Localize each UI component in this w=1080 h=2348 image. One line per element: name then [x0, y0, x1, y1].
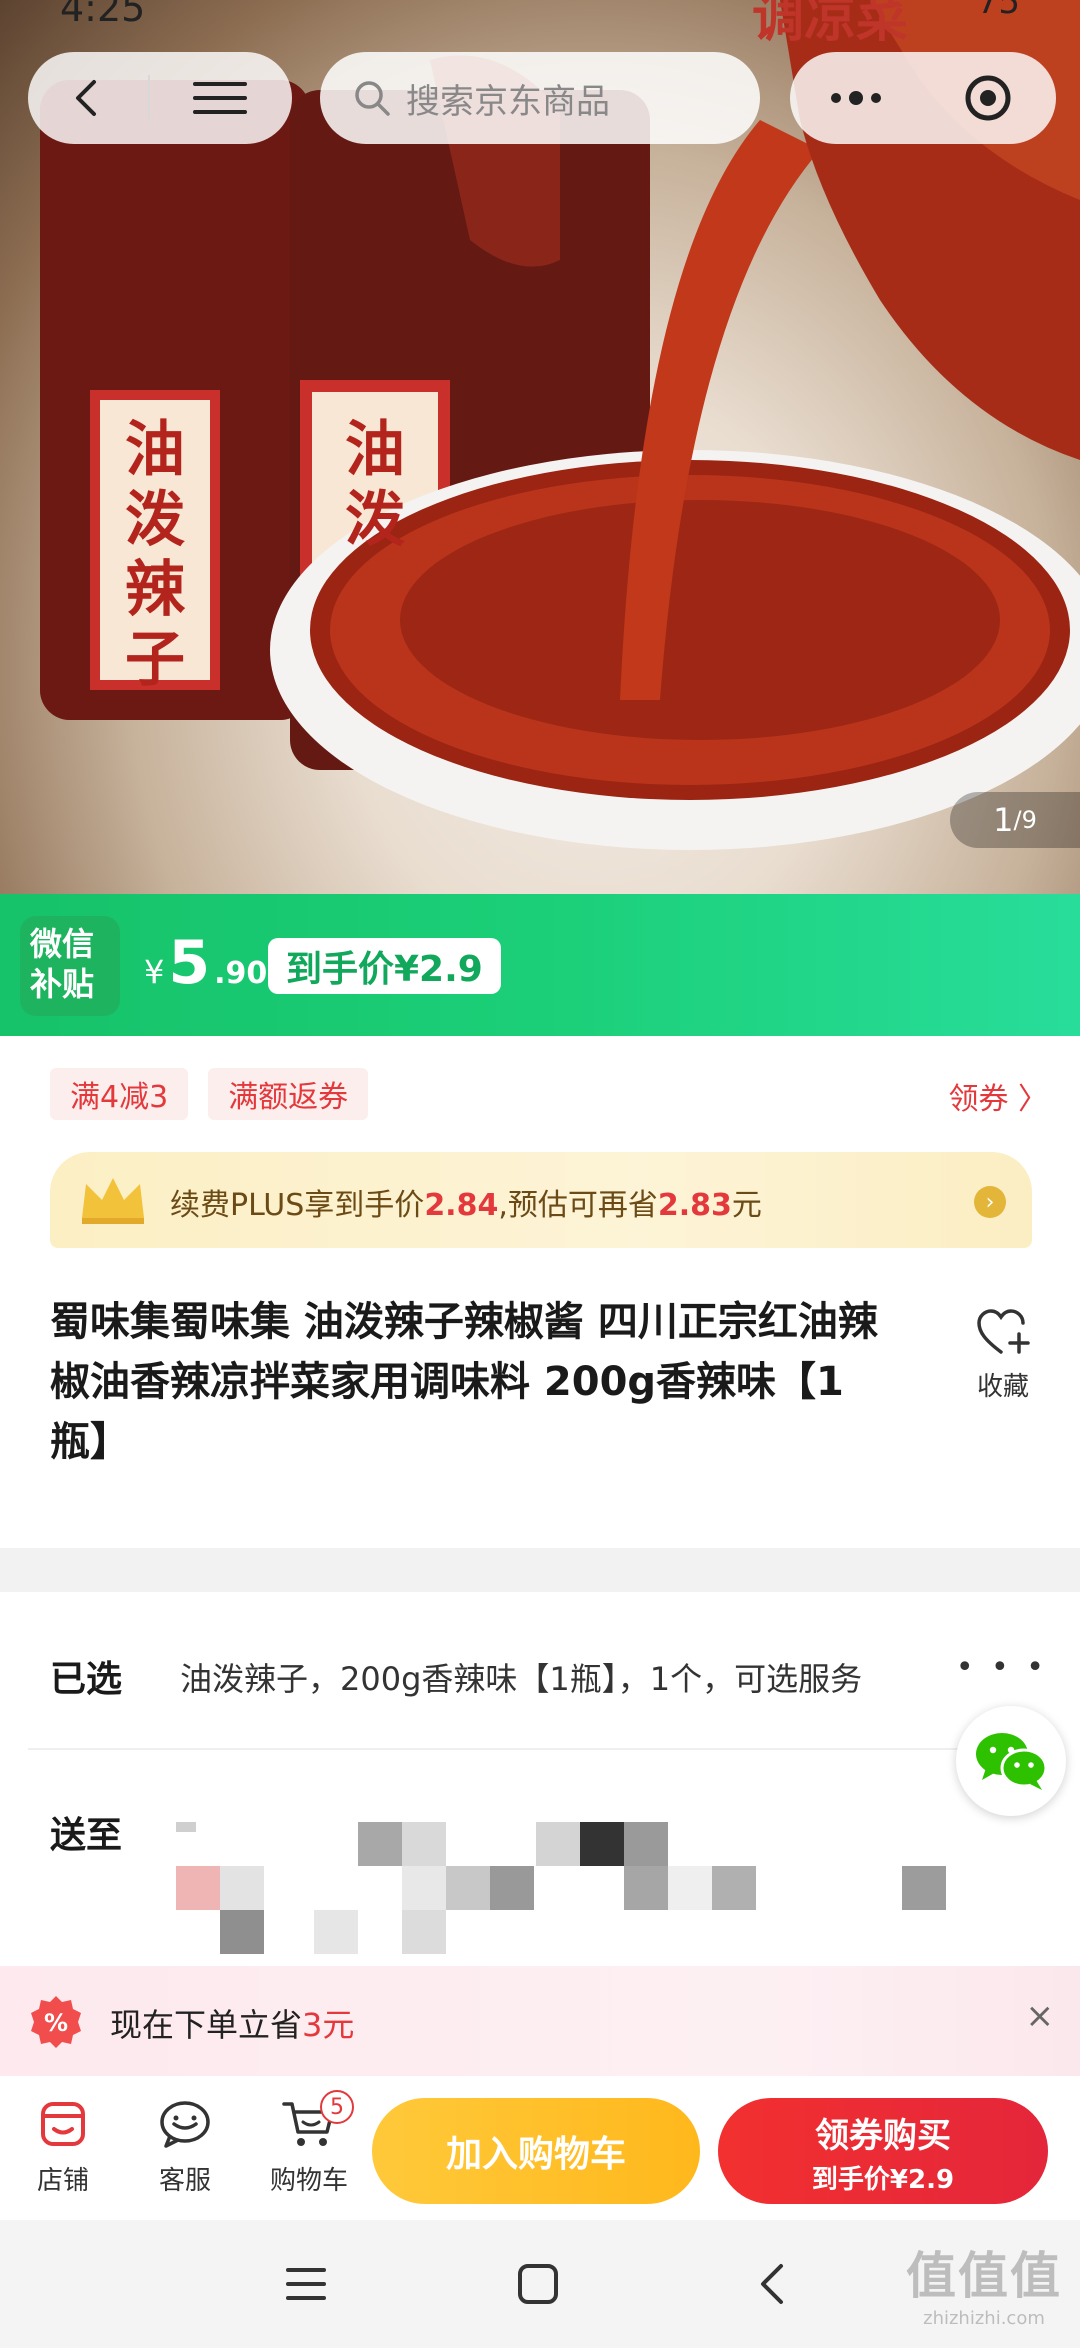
svg-text:泼: 泼	[125, 485, 185, 555]
price-bar: 微信 补贴 ¥ 5 .90 到手价¥2.9	[0, 894, 1080, 1036]
close-icon[interactable]: ×	[1026, 1996, 1055, 2036]
row-divider	[28, 1748, 1052, 1750]
selected-value[interactable]: 油泼辣子，200g香辣味【1瓶】，1个，可选服务	[180, 1654, 862, 1700]
heart-plus-icon	[977, 1309, 1030, 1354]
image-counter-current: 1	[993, 801, 1014, 839]
battery-level: 75	[976, 0, 1020, 22]
price-currency: ¥	[144, 953, 165, 991]
search-placeholder: 搜索京东商品	[406, 81, 610, 122]
plus-prefix: 续费PLUS享到手价	[170, 1188, 425, 1223]
buy-main-label: 领券购买	[815, 2116, 951, 2156]
get-coupon-link[interactable]: 领券 〉	[948, 1074, 1048, 1118]
crown-icon	[82, 1178, 144, 1224]
nav-left-group	[28, 52, 292, 144]
coupon-tags: 满4减3 满额返券	[50, 1068, 388, 1120]
plus-middle: ,预估可再省	[498, 1188, 658, 1223]
percent-icon: %	[31, 1996, 81, 2048]
price-integer: 5	[168, 928, 211, 998]
sys-menu-icon	[286, 2268, 326, 2300]
cart-label: 购物车	[269, 2166, 348, 2196]
image-counter: 1/9	[950, 792, 1080, 848]
cart-tab[interactable]: 5 购物车	[254, 2090, 364, 2197]
site-watermark: 值值值 zhizhizhi.com	[906, 2236, 1062, 2329]
plus-price: 2.84	[424, 1188, 499, 1223]
close-miniprogram-button[interactable]	[922, 52, 1054, 144]
shop-icon	[41, 2102, 85, 2146]
wechat-share-button[interactable]	[956, 1706, 1066, 1816]
service-label: 客服	[158, 2166, 211, 2196]
search-input[interactable]: 搜索京东商品	[320, 52, 760, 144]
customer-service-tab[interactable]: 客服	[130, 2098, 240, 2197]
more-icon	[831, 91, 881, 105]
wechat-subsidy-badge: 微信 补贴	[20, 916, 120, 1016]
badge-line2: 补贴	[30, 965, 95, 1003]
plus-banner[interactable]: 续费PLUS享到手价2.84,预估可再省2.83元 ›	[50, 1152, 1032, 1248]
save-prefix: 现在下单立省	[110, 2006, 303, 2044]
svg-text:辣: 辣	[125, 555, 186, 625]
coupon-buy-button[interactable]: 领券购买 到手价¥2.9	[718, 2098, 1048, 2204]
plus-save-amount: 2.83	[657, 1188, 732, 1223]
plus-banner-text: 续费PLUS享到手价2.84,预估可再省2.83元	[170, 1180, 762, 1224]
selected-more-icon[interactable]: • • •	[956, 1650, 1048, 1685]
product-title: 蜀味集蜀味集 油泼辣子辣椒酱 四川正宗红油辣椒油香辣凉拌菜家用调味料 200g香…	[50, 1299, 878, 1465]
image-counter-total: /9	[1013, 806, 1037, 834]
price-decimal: .90	[214, 956, 268, 991]
save-now-text: 现在下单立省3元	[110, 2000, 354, 2046]
sys-menu-button[interactable]	[276, 2254, 336, 2314]
watermark-url: zhizhizhi.com	[923, 2308, 1045, 2329]
save-amount: 3元	[302, 2006, 355, 2044]
add-to-cart-button[interactable]: 加入购物车	[372, 2098, 700, 2204]
sys-home-button[interactable]	[508, 2254, 568, 2314]
chevron-right-icon: ›	[974, 1186, 1006, 1218]
ship-to-label: 送至	[50, 1815, 123, 1856]
svg-text:油: 油	[345, 415, 405, 485]
system-navigation-bar: 值值值 zhizhizhi.com	[0, 2220, 1080, 2348]
favorite-button[interactable]: 收藏	[968, 1308, 1038, 1403]
bottle-label-text: 油	[125, 415, 185, 485]
back-icon	[76, 80, 96, 116]
menu-button[interactable]	[150, 52, 290, 144]
back-button[interactable]	[28, 52, 148, 144]
hero-banner-text: 调凉菜	[752, 0, 908, 49]
service-icon	[160, 2101, 210, 2148]
coupon-tag[interactable]: 满4减3	[50, 1068, 189, 1120]
buy-sub-label: 到手价¥2.9	[811, 2165, 955, 2195]
final-price-tag: 到手价¥2.9	[268, 938, 501, 994]
sys-home-icon	[518, 2264, 558, 2304]
shop-label: 店铺	[36, 2166, 89, 2196]
svg-text:%: %	[44, 2009, 68, 2037]
more-button[interactable]	[790, 52, 922, 144]
svg-text:泼: 泼	[345, 485, 405, 555]
status-time: 4:25	[60, 0, 146, 30]
sys-back-button[interactable]	[742, 2254, 802, 2314]
target-icon	[965, 75, 1011, 121]
capsule-menu	[790, 52, 1056, 144]
section-gap	[0, 1548, 1080, 1592]
shop-tab[interactable]: 店铺	[8, 2098, 118, 2197]
search-icon	[355, 81, 390, 116]
save-now-banner[interactable]: % 现在下单立省3元 ×	[0, 1966, 1080, 2076]
plus-suffix: 元	[731, 1188, 762, 1223]
coupon-tag[interactable]: 满额返券	[208, 1068, 369, 1120]
current-price: ¥ 5 .90	[144, 928, 267, 998]
cart-count-badge: 5	[320, 2090, 354, 2124]
product-image-carousel[interactable]: 油 泼 辣 子 油 泼 调凉菜 4:25 75 搜索京东商品 1/9	[0, 0, 1080, 894]
favorite-label: 收藏	[976, 1372, 1029, 1402]
svg-text:子: 子	[125, 625, 185, 695]
wechat-icon	[976, 1733, 1048, 1790]
selected-label: 已选	[50, 1659, 123, 1700]
sys-back-icon	[761, 2264, 783, 2304]
badge-line1: 微信	[30, 925, 95, 963]
address-blurred[interactable]	[176, 1822, 946, 1962]
bottom-action-bar: 店铺 客服 5 购物车 加入购物车 领券购买 到手价¥2.9	[0, 2076, 1080, 2220]
menu-icon	[193, 82, 247, 114]
watermark-logo: 值值值	[906, 2247, 1062, 2305]
